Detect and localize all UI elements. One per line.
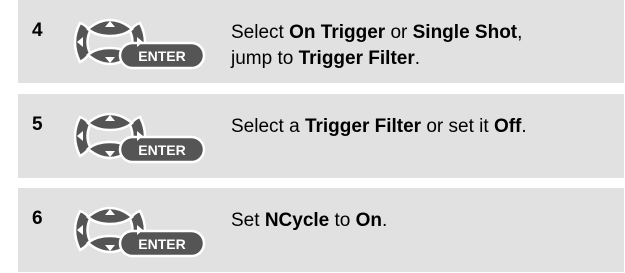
instruction-text: . <box>414 48 421 69</box>
procedure-steps: 4 ENTER Select On Trigger or Single Shot… <box>0 0 625 273</box>
enter-key-label: ENTER <box>138 236 185 252</box>
instruction-text: or set it <box>421 116 494 137</box>
instruction-text: jump to <box>231 48 299 69</box>
step-number: 5 <box>32 114 43 135</box>
instruction-option: Trigger Filter <box>298 48 415 69</box>
instruction-text: . <box>521 116 527 137</box>
instruction-option: On Trigger <box>289 22 386 43</box>
arrow-keys-enter-icon: ENTER <box>70 203 206 258</box>
instruction-text: , <box>517 22 523 43</box>
step-instruction: Select a Trigger Filter or set it Off. <box>231 114 621 140</box>
arrow-keys-enter-icon: ENTER <box>70 109 206 164</box>
instruction-option: Single Shot <box>412 22 518 43</box>
instruction-text: or <box>385 22 413 43</box>
step-instruction: Set NCycle to On. <box>231 208 621 234</box>
instruction-text: Select <box>231 22 290 43</box>
step-row: 5 ENTER Select a Trigger Filter or set i… <box>18 94 624 178</box>
enter-key-label: ENTER <box>138 142 185 158</box>
step-row: 6 ENTER Set NCycle to On. <box>18 188 624 272</box>
step-instruction: Select On Trigger or Single Shot, jump to… <box>231 20 621 72</box>
instruction-option: Trigger Filter <box>304 116 422 137</box>
enter-key-label: ENTER <box>138 48 185 64</box>
instruction-text: to <box>329 210 356 231</box>
instruction-text: . <box>382 210 388 231</box>
instruction-option: Off <box>493 116 522 137</box>
step-row: 4 ENTER Select On Trigger or Single Shot… <box>18 0 624 83</box>
step-number: 4 <box>32 20 43 41</box>
instruction-text: Set <box>231 210 265 231</box>
arrow-keys-enter-icon: ENTER <box>70 15 206 70</box>
instruction-text: Select a <box>231 116 305 137</box>
step-number: 6 <box>32 208 43 229</box>
instruction-option: On <box>355 210 383 231</box>
instruction-option: NCycle <box>264 210 330 231</box>
